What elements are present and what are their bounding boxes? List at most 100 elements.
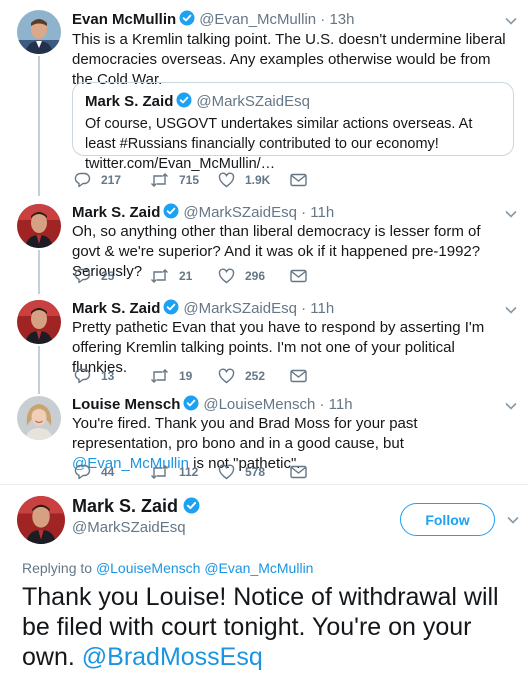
replying-label: Replying to (22, 560, 93, 576)
envelope-icon (290, 269, 307, 283)
separator-dot: · (301, 204, 307, 221)
separator-dot: · (301, 300, 307, 317)
display-name[interactable]: Evan McMullin (72, 11, 176, 28)
direct-message-button[interactable] (290, 266, 307, 286)
heart-icon (218, 368, 235, 384)
reply-button[interactable]: 217 (74, 170, 121, 190)
like-button[interactable]: 578 (218, 462, 265, 482)
retweet-button[interactable]: 715 (150, 170, 199, 190)
quote-header: Mark S. Zaid @MarkSZaidEsq (85, 92, 310, 111)
timestamp[interactable]: 11h (329, 396, 353, 413)
user-handle[interactable]: @MarkSZaidEsq (183, 300, 297, 317)
avatar[interactable] (17, 204, 61, 248)
retweet-button[interactable]: 19 (150, 366, 192, 386)
reply-button[interactable]: 25 (74, 266, 114, 286)
retweet-icon (151, 465, 168, 479)
like-button[interactable]: 296 (218, 266, 265, 286)
verified-badge-icon (179, 10, 195, 26)
mention-link[interactable]: @BradMossEsq (82, 643, 263, 671)
user-handle[interactable]: @Evan_McMullin (199, 11, 316, 28)
tweet-actions: 25 21 296 (72, 266, 512, 286)
quote-user-handle: @MarkSZaidEsq (196, 93, 310, 110)
like-count: 578 (245, 465, 266, 479)
quoted-tweet[interactable]: Mark S. Zaid @MarkSZaidEsq Of course, USG… (72, 82, 514, 172)
reply-count: 217 (101, 173, 122, 187)
display-name[interactable]: Mark S. Zaid (72, 496, 178, 516)
like-button[interactable]: 1.9K (218, 170, 270, 190)
avatar[interactable] (17, 496, 65, 544)
verified-badge-icon (183, 395, 199, 411)
tweet-actions: 217 715 1.9K (72, 170, 512, 190)
avatar[interactable] (17, 300, 61, 344)
main-display-name: Mark S. Zaid (72, 496, 200, 517)
avatar[interactable] (17, 396, 61, 440)
display-name[interactable]: Mark S. Zaid (72, 300, 160, 317)
tweet-header: Mark S. Zaid @MarkSZaidEsq · 11h (72, 299, 498, 318)
chevron-down-icon[interactable] (504, 14, 518, 28)
verified-badge-icon (163, 299, 179, 315)
tweet-header: Mark S. Zaid @MarkSZaidEsq · 11h (72, 203, 498, 222)
direct-message-button[interactable] (290, 170, 307, 190)
direct-message-button[interactable] (290, 462, 307, 482)
tweet-header: Evan McMullin @Evan_McMullin · 13h (72, 10, 498, 29)
tweet-mark-zaid-2[interactable]: Mark S. Zaid @MarkSZaidEsq · 11h Pretty p… (0, 292, 528, 388)
verified-badge-icon (163, 203, 179, 219)
heart-icon (218, 268, 235, 284)
reply-button[interactable]: 44 (74, 462, 114, 482)
mention-link[interactable]: @LouiseMensch (96, 560, 201, 576)
reply-count: 25 (101, 269, 115, 283)
display-name[interactable]: Mark S. Zaid (72, 204, 160, 221)
tweet-text-part: You're fired. Thank you and Brad Moss fo… (72, 415, 418, 452)
quote-display-name: Mark S. Zaid (85, 93, 174, 110)
retweet-count: 19 (179, 369, 193, 383)
user-handle[interactable]: @MarkSZaidEsq (72, 519, 186, 536)
avatar[interactable] (17, 10, 61, 54)
reply-count: 44 (101, 465, 115, 479)
chevron-down-icon[interactable] (504, 207, 518, 221)
separator-dot: · (320, 11, 326, 28)
envelope-icon (290, 173, 307, 187)
timestamp[interactable]: 13h (329, 11, 354, 28)
verified-badge-icon (183, 497, 200, 514)
main-tweet-text: Thank you Louise! Notice of withdrawal w… (22, 582, 518, 672)
like-button[interactable]: 252 (218, 366, 265, 386)
chevron-down-icon[interactable] (506, 513, 520, 527)
verified-badge-icon (176, 92, 192, 108)
mention-link[interactable]: @Evan_McMullin (204, 560, 313, 576)
reply-button[interactable]: 13 (74, 366, 114, 386)
reply-count: 13 (101, 369, 115, 383)
retweet-count: 112 (179, 465, 199, 479)
like-count: 252 (245, 369, 266, 383)
like-count: 1.9K (245, 173, 271, 187)
tweet-louise-mensch[interactable]: Louise Mensch @LouiseMensch · 11h You're … (0, 388, 528, 484)
envelope-icon (290, 465, 307, 479)
quote-text: Of course, USGOVT undertakes similar act… (85, 116, 473, 172)
timestamp[interactable]: 11h (310, 300, 334, 317)
follow-button[interactable]: Follow (400, 503, 495, 536)
chevron-down-icon[interactable] (504, 399, 518, 413)
user-handle[interactable]: @MarkSZaidEsq (183, 204, 297, 221)
tweet-actions: 13 19 252 (72, 366, 512, 386)
direct-message-button[interactable] (290, 366, 307, 386)
tweet-evan-mcmullin[interactable]: Evan McMullin @Evan_McMullin · 13h This i… (0, 0, 528, 196)
separator-dot: · (319, 396, 325, 413)
retweet-icon (151, 369, 168, 383)
tweet-header: Louise Mensch @LouiseMensch · 11h (72, 395, 498, 414)
chevron-down-icon[interactable] (504, 303, 518, 317)
envelope-icon (290, 369, 307, 383)
user-handle[interactable]: @LouiseMensch (203, 396, 315, 413)
tweet-text: This is a Kremlin talking point. The U.S… (72, 31, 506, 88)
heart-icon (218, 464, 235, 480)
tweet-mark-zaid-1[interactable]: Mark S. Zaid @MarkSZaidEsq · 11h Oh, so a… (0, 196, 528, 292)
like-count: 296 (245, 269, 266, 283)
timestamp[interactable]: 11h (310, 204, 334, 221)
reply-icon (74, 464, 91, 480)
retweet-button[interactable]: 21 (150, 266, 192, 286)
retweet-button[interactable]: 112 (150, 462, 198, 482)
replying-to: Replying to @LouiseMensch @Evan_McMullin (22, 560, 313, 576)
retweet-icon (151, 269, 168, 283)
display-name[interactable]: Louise Mensch (72, 396, 180, 413)
retweet-count: 21 (179, 269, 193, 283)
reply-icon (74, 268, 91, 284)
retweet-count: 715 (179, 173, 200, 187)
